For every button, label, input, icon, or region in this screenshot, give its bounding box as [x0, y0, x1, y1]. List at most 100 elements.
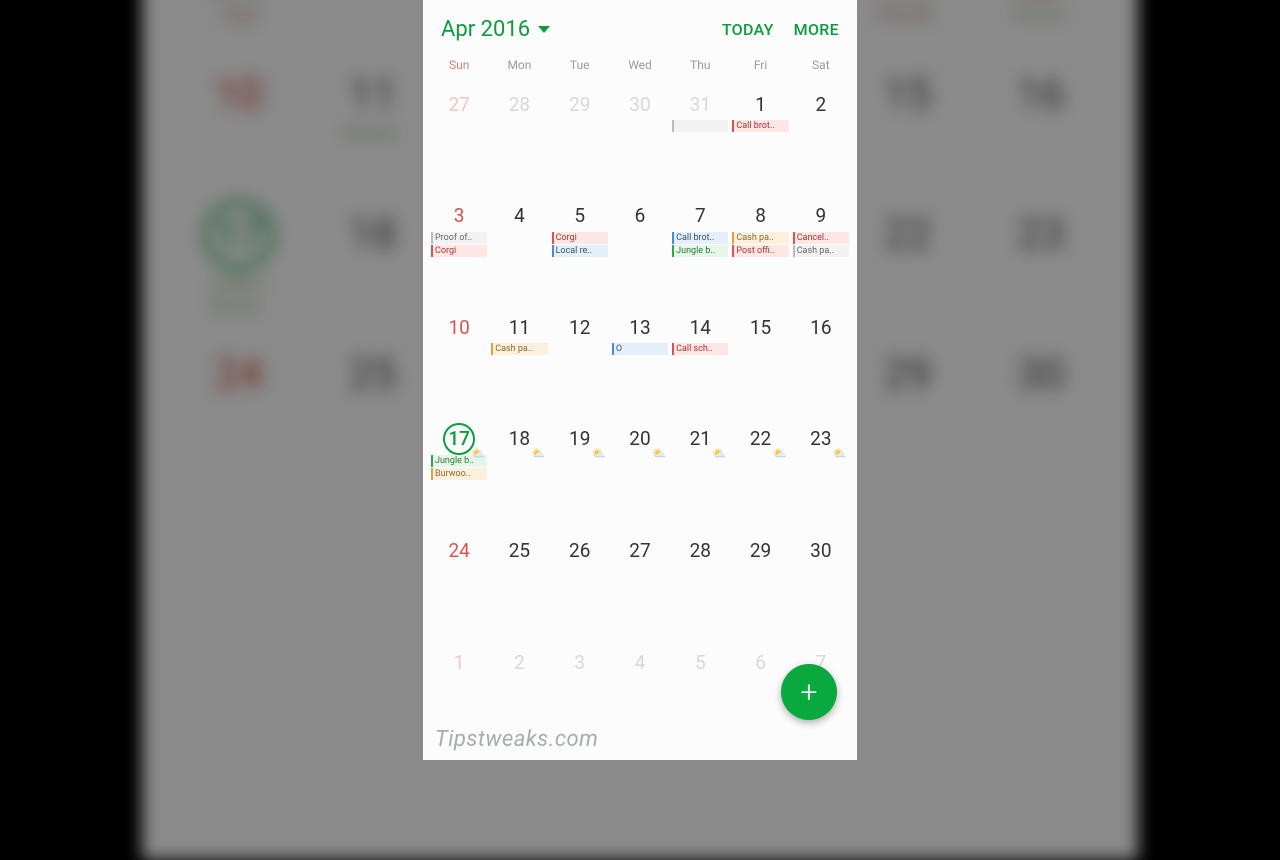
day-cell[interactable]: 7Call brot..Jungle b..	[670, 196, 730, 308]
dow-label: Tue	[550, 58, 610, 84]
day-number: 5	[564, 200, 596, 232]
weather-icon: ⛅	[532, 447, 546, 460]
event-chip[interactable]: Call sch..	[672, 343, 728, 355]
add-event-fab[interactable]: +	[781, 664, 837, 720]
day-cell[interactable]: 20⛅	[610, 419, 670, 531]
plus-icon: +	[801, 675, 818, 710]
day-cell[interactable]: 5	[670, 642, 730, 754]
day-number: 29	[564, 88, 596, 120]
event-chip[interactable]: O	[612, 343, 668, 355]
day-cell[interactable]: 8Cash pa..Post offi..	[730, 196, 790, 308]
weather-icon: ⛅	[773, 447, 787, 460]
month-picker[interactable]: Apr 2016	[441, 17, 550, 42]
day-number: 24	[443, 535, 475, 567]
day-cell[interactable]: 13O	[610, 307, 670, 419]
day-cell[interactable]: 17⛅Jungle b..Burwoo..	[429, 419, 489, 531]
day-number: 11	[503, 311, 535, 343]
event-chip[interactable]: Post offi..	[732, 245, 788, 257]
day-cell[interactable]: 1Call brot..	[730, 84, 790, 196]
day-cell[interactable]: 9Cancel..Cash pa..	[791, 196, 851, 308]
day-cell[interactable]: 26	[550, 531, 610, 643]
day-number: 12	[564, 311, 596, 343]
day-number: 8	[745, 200, 777, 232]
today-button[interactable]: TODAY	[722, 20, 774, 39]
day-cell[interactable]: 15	[730, 307, 790, 419]
day-cell[interactable]: 27	[429, 84, 489, 196]
day-number: 6	[745, 646, 777, 678]
month-grid: 27282930311Call brot..23Proof of..Corgi4…	[423, 84, 857, 760]
dow-label: Wed	[610, 58, 670, 84]
day-cell[interactable]: 14Call sch..	[670, 307, 730, 419]
day-cell[interactable]: 23⛅	[791, 419, 851, 531]
weather-icon: ⛅	[472, 447, 486, 460]
event-chip[interactable]: Jungle b..	[672, 245, 728, 257]
event-chip[interactable]: Call brot..	[672, 232, 728, 244]
day-cell[interactable]: 24	[429, 531, 489, 643]
day-cell[interactable]: 16	[791, 307, 851, 419]
month-label: Apr 2016	[441, 17, 530, 42]
event-list: Call sch..	[670, 343, 730, 355]
day-cell[interactable]: 28	[489, 84, 549, 196]
event-list: Cash pa..	[489, 343, 549, 355]
day-cell[interactable]: 4	[489, 196, 549, 308]
event-list: Cancel..Cash pa..	[791, 232, 851, 257]
day-cell[interactable]: 30	[610, 84, 670, 196]
day-number: 28	[503, 88, 535, 120]
day-cell[interactable]: 28	[670, 531, 730, 643]
day-cell[interactable]: 19⛅	[550, 419, 610, 531]
day-number: 5	[684, 646, 716, 678]
day-cell[interactable]: 29	[550, 84, 610, 196]
weather-icon: ⛅	[652, 447, 666, 460]
day-cell[interactable]: 11Cash pa..	[489, 307, 549, 419]
day-cell[interactable]: 31	[670, 84, 730, 196]
day-cell[interactable]: 2	[791, 84, 851, 196]
event-chip[interactable]: Corgi	[552, 232, 608, 244]
event-chip[interactable]: Corgi	[431, 245, 487, 257]
event-chip[interactable]: Cash pa..	[732, 232, 788, 244]
day-number: 7	[684, 200, 716, 232]
dow-label: Sat	[791, 58, 851, 84]
day-cell[interactable]: 22⛅	[730, 419, 790, 531]
day-cell[interactable]: 21⛅	[670, 419, 730, 531]
more-button[interactable]: MORE	[794, 20, 839, 39]
day-number: 2	[805, 88, 837, 120]
day-cell[interactable]: 18⛅	[489, 419, 549, 531]
day-number: 13	[624, 311, 656, 343]
event-chip[interactable]	[672, 120, 728, 132]
event-list: O	[610, 343, 670, 355]
event-chip[interactable]: Cash pa..	[491, 343, 547, 355]
dow-label: Fri	[730, 58, 790, 84]
day-number: 3	[564, 646, 596, 678]
event-list	[670, 120, 730, 132]
weather-icon: ⛅	[833, 447, 847, 460]
event-chip[interactable]: Cancel..	[793, 232, 849, 244]
day-number: 27	[443, 88, 475, 120]
day-cell[interactable]: 30	[791, 531, 851, 643]
chevron-down-icon	[538, 26, 550, 33]
day-number: 3	[443, 200, 475, 232]
calendar-app: Apr 2016 TODAY MORE SunMonTueWedThuFriSa…	[423, 0, 857, 760]
day-number: 2	[503, 646, 535, 678]
day-cell[interactable]: 10	[429, 307, 489, 419]
day-of-week-row: SunMonTueWedThuFriSat	[423, 58, 857, 84]
weather-icon: ⛅	[592, 447, 606, 460]
day-number: 19	[564, 423, 596, 455]
day-cell[interactable]: 4	[610, 642, 670, 754]
day-cell[interactable]: 29	[730, 531, 790, 643]
event-chip[interactable]: Cash pa..	[793, 245, 849, 257]
day-cell[interactable]: 3Proof of..Corgi	[429, 196, 489, 308]
day-number: 1	[745, 88, 777, 120]
day-cell[interactable]: 27	[610, 531, 670, 643]
day-number: 30	[805, 535, 837, 567]
day-cell[interactable]: 12	[550, 307, 610, 419]
event-chip[interactable]: Burwoo..	[431, 468, 487, 480]
weather-icon: ⛅	[713, 447, 727, 460]
dow-label: Thu	[670, 58, 730, 84]
event-chip[interactable]: Local re..	[552, 245, 608, 257]
day-cell[interactable]: 25	[489, 531, 549, 643]
event-chip[interactable]: Call brot..	[732, 120, 788, 132]
day-cell[interactable]: 6	[610, 196, 670, 308]
event-chip[interactable]: Proof of..	[431, 232, 487, 244]
day-number: 4	[503, 200, 535, 232]
day-cell[interactable]: 5CorgiLocal re..	[550, 196, 610, 308]
